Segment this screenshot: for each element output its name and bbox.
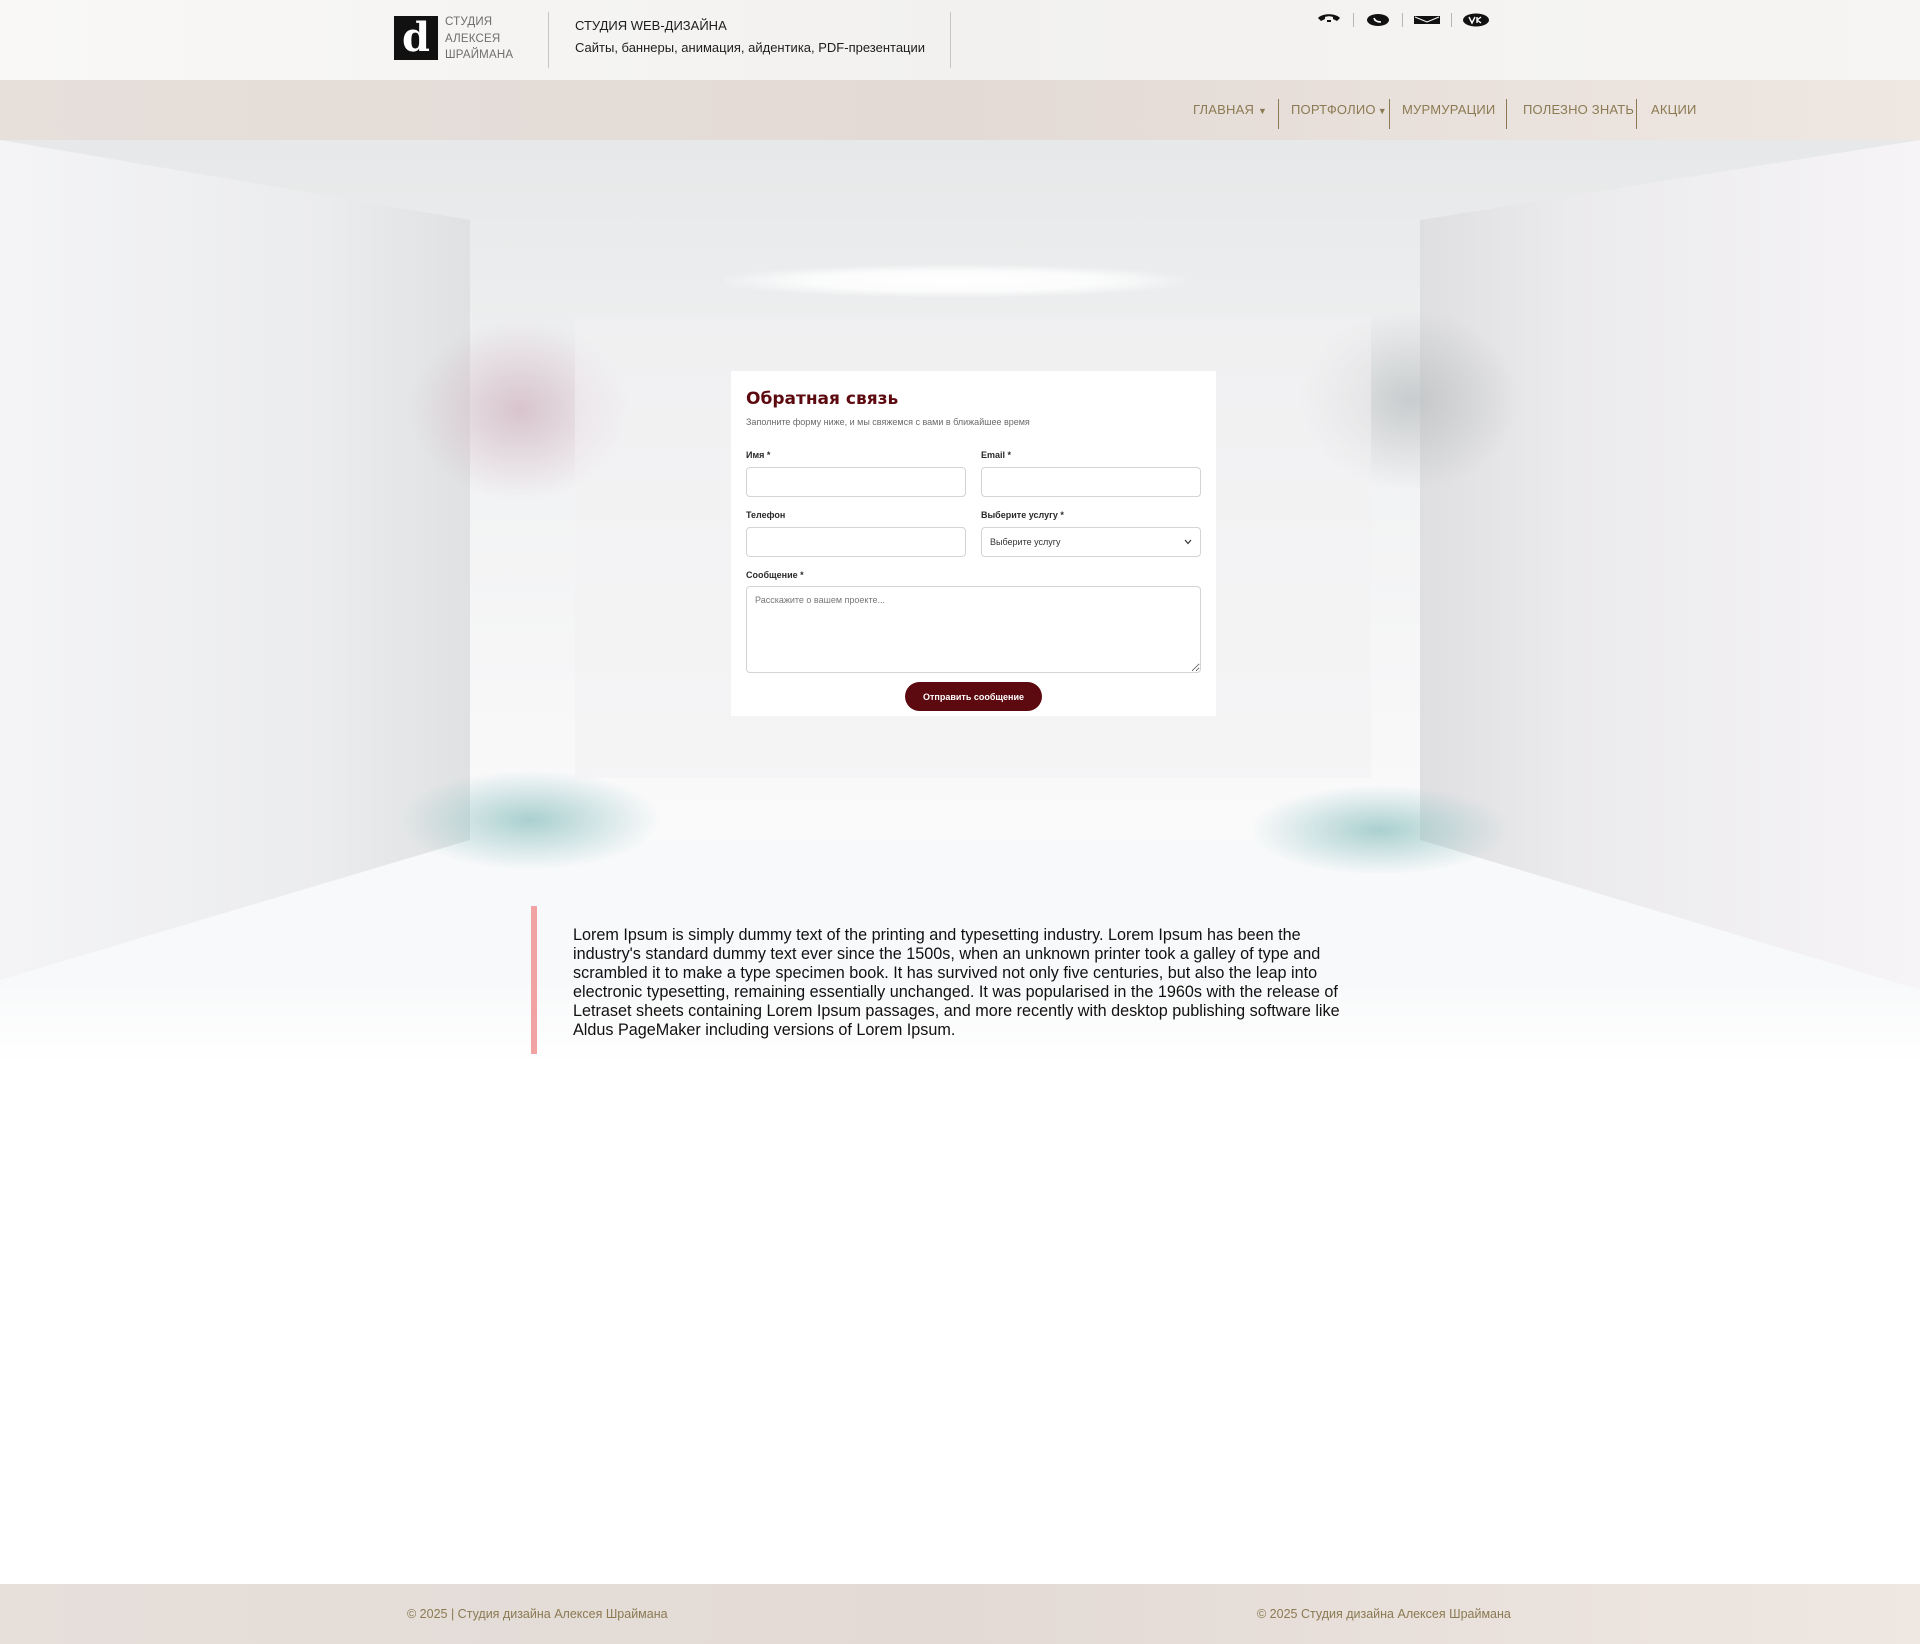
vk-icon[interactable] <box>1462 12 1490 28</box>
nav-separator <box>1389 99 1390 129</box>
quote-text: Lorem Ipsum is simply dummy text of the … <box>573 926 1340 1039</box>
phone-field[interactable] <box>746 527 966 557</box>
mail-icon[interactable] <box>1413 12 1441 28</box>
form-subtitle: Заполните форму ниже, и мы свяжемся с ва… <box>746 417 1030 427</box>
quote-accent-bar <box>531 906 537 1054</box>
whatsapp-icon[interactable] <box>1364 12 1392 28</box>
nav-item-useful[interactable]: ПОЛЕЗНО ЗНАТЬ <box>1523 80 1634 140</box>
submit-button[interactable]: Отправить сообщение <box>905 682 1042 711</box>
site-header: d СТУДИЯ АЛЕКСЕЯ ШРАЙМАНА СТУДИЯ WEB-ДИЗ… <box>0 0 1920 80</box>
name-field[interactable] <box>746 467 966 497</box>
contact-icons <box>1315 11 1490 29</box>
chevron-down-icon: ▼ <box>1258 106 1268 116</box>
tagline-subtitle: Сайты, баннеры, анимация, айдентика, PDF… <box>575 40 926 55</box>
footer-copyright-left: © 2025 | Студия дизайна Алексея Шраймана <box>407 1607 668 1621</box>
phone-label: Телефон <box>746 510 786 520</box>
nav-separator <box>1636 99 1637 129</box>
logo-line-3: ШРАЙМАНА <box>445 49 514 61</box>
message-textarea[interactable] <box>746 586 1201 673</box>
nav-item-murmurations[interactable]: МУРМУРАЦИИ <box>1402 80 1495 140</box>
nav-item-portfolio[interactable]: ПОРТФОЛИО ▼ <box>1291 80 1387 140</box>
nav-item-label: ПОЛЕЗНО ЗНАТЬ <box>1523 102 1635 117</box>
email-field[interactable] <box>981 467 1201 497</box>
form-title: Обратная связь <box>746 389 899 409</box>
logo-line-1: СТУДИЯ <box>445 16 493 28</box>
nav-item-promotions[interactable]: АКЦИИ <box>1651 80 1697 140</box>
logo-icon[interactable]: d <box>394 16 438 60</box>
chevron-down-icon: ▼ <box>1377 106 1387 116</box>
tagline-title: СТУДИЯ WEB-ДИЗАЙНА <box>575 18 727 33</box>
ceiling-light <box>725 265 1185 297</box>
email-label: Email * <box>981 450 1012 460</box>
header-divider-left <box>548 12 549 68</box>
nav-item-label: ГЛАВНАЯ <box>1193 102 1255 117</box>
nav-item-label: ПОРТФОЛИО <box>1291 102 1376 117</box>
logo-text[interactable]: СТУДИЯ АЛЕКСЕЯ ШРАЙМАНА <box>445 14 513 64</box>
contact-form: Обратная связь Заполните форму ниже, и м… <box>731 371 1216 716</box>
contact-separator <box>1451 13 1452 27</box>
chevron-down-icon <box>1184 539 1192 545</box>
main-nav: ГЛАВНАЯ ▼ ПОРТФОЛИО ▼ МУРМУРАЦИИ ПОЛЕЗНО З… <box>0 80 1920 140</box>
nav-separator <box>1278 99 1279 129</box>
nav-separator <box>1506 99 1507 129</box>
nav-item-home[interactable]: ГЛАВНАЯ ▼ <box>1193 80 1267 140</box>
phone-icon[interactable] <box>1315 12 1343 28</box>
site-footer: © 2025 | Студия дизайна Алексея Шраймана… <box>0 1584 1920 1644</box>
header-divider-right <box>950 12 951 68</box>
logo-line-2: АЛЕКСЕЯ <box>445 32 501 45</box>
nav-item-label: АКЦИИ <box>1651 102 1697 117</box>
service-select[interactable]: Выберите услугу <box>981 527 1201 557</box>
contact-separator <box>1402 13 1403 27</box>
name-label: Имя * <box>746 450 771 460</box>
message-label: Сообщение * <box>746 570 804 580</box>
service-label: Выберите услугу * <box>981 510 1064 520</box>
nav-item-label: МУРМУРАЦИИ <box>1402 102 1496 117</box>
contact-separator <box>1353 13 1354 27</box>
service-selected-value: Выберите услугу <box>990 537 1061 547</box>
footer-copyright-right: © 2025 Студия дизайна Алексея Шраймана <box>1257 1607 1511 1621</box>
